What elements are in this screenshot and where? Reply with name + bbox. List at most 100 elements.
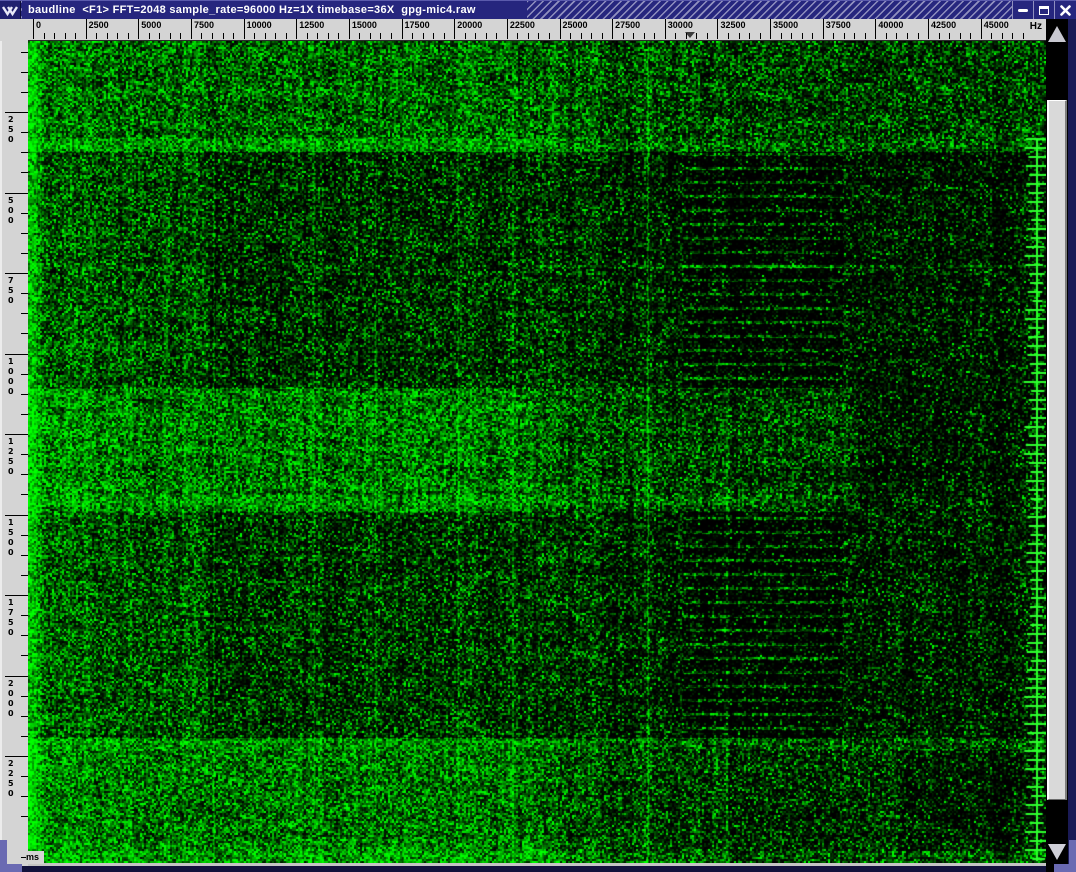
window-title: baudline <F1> FFT=2048 sample_rate=96000… <box>22 1 527 20</box>
scroll-down-button[interactable] <box>1046 838 1068 866</box>
minor-tick <box>106 33 108 39</box>
minor-tick <box>380 33 382 39</box>
scrollbar-thumb[interactable] <box>1047 100 1067 800</box>
minor-tick <box>21 71 28 73</box>
minor-tick <box>706 33 708 39</box>
tick-label: 40000 <box>878 20 904 30</box>
minor-tick <box>338 33 340 39</box>
vertical-scrollbar[interactable] <box>1046 19 1068 872</box>
minor-tick <box>538 33 540 39</box>
minor-tick <box>359 33 361 39</box>
minimize-button[interactable] <box>1012 1 1033 20</box>
minor-tick <box>96 33 98 39</box>
tick-label: 22500 <box>509 20 535 30</box>
minor-tick <box>485 33 487 39</box>
window-menu-button[interactable] <box>0 1 21 20</box>
major-tick <box>664 19 666 39</box>
minor-tick <box>21 91 28 93</box>
resize-grip-bottom-right-h[interactable] <box>1054 864 1076 872</box>
tick-label: 1750 <box>8 598 14 637</box>
minor-tick <box>443 33 445 39</box>
minor-tick <box>959 33 961 39</box>
minor-tick <box>21 172 28 174</box>
minor-tick <box>643 33 645 39</box>
minor-tick <box>801 33 803 39</box>
minor-tick <box>685 33 687 39</box>
minor-tick <box>601 33 603 39</box>
minor-tick <box>749 33 751 39</box>
minor-tick <box>527 33 529 39</box>
major-tick <box>5 353 28 355</box>
minor-tick <box>780 33 782 39</box>
major-tick <box>5 192 28 194</box>
minor-tick <box>896 33 898 39</box>
major-tick <box>559 19 561 39</box>
major-tick <box>822 19 824 39</box>
minor-tick <box>548 33 550 39</box>
double-chevron-down-icon <box>1 5 19 16</box>
minor-tick <box>812 33 814 39</box>
tick-label: 12500 <box>299 20 325 30</box>
minor-tick <box>54 33 56 39</box>
title-bar: baudline <F1> FFT=2048 sample_rate=96000… <box>0 0 1076 20</box>
minor-tick <box>517 33 519 39</box>
spectrogram-canvas[interactable] <box>28 41 1046 863</box>
minor-tick <box>738 33 740 39</box>
major-tick <box>770 19 772 39</box>
tick-label: 2250 <box>8 759 14 798</box>
minor-tick <box>21 152 28 154</box>
minor-tick <box>1001 33 1003 39</box>
minor-tick <box>317 33 319 39</box>
minor-tick <box>21 373 28 375</box>
minor-tick <box>233 33 235 39</box>
major-tick <box>33 19 34 39</box>
minor-tick <box>833 33 835 39</box>
minor-tick <box>906 33 908 39</box>
scroll-up-button[interactable] <box>1046 19 1068 56</box>
minor-tick <box>1012 33 1014 39</box>
major-tick <box>454 19 456 39</box>
minor-tick <box>570 33 572 39</box>
major-tick <box>875 19 877 39</box>
major-tick <box>348 19 350 39</box>
resize-grip-bottom-left-h[interactable] <box>0 864 22 872</box>
frequency-ruler: Hz 0 2500 5000 7500 10000 12500 15000 17500 2000… <box>28 19 1046 41</box>
major-tick <box>401 19 403 39</box>
close-button[interactable] <box>1054 1 1075 20</box>
minor-tick <box>696 33 698 39</box>
minor-tick <box>21 474 28 476</box>
minor-tick <box>21 796 28 798</box>
minor-tick <box>391 33 393 39</box>
tick-label: 750 <box>8 276 14 305</box>
minor-tick <box>633 33 635 39</box>
major-tick <box>190 19 192 39</box>
maximize-button[interactable] <box>1033 1 1054 20</box>
minor-tick <box>64 33 66 39</box>
tick-label: 20000 <box>457 20 483 30</box>
tick-label: 45000 <box>983 20 1009 30</box>
minor-tick <box>21 494 28 496</box>
major-tick <box>928 19 930 39</box>
minor-tick <box>369 33 371 39</box>
minor-tick <box>264 33 266 39</box>
minor-tick <box>275 33 277 39</box>
minor-tick <box>21 252 28 254</box>
tick-label: 15000 <box>351 20 377 30</box>
baudline-window: baudline <F1> FFT=2048 sample_rate=96000… <box>0 0 1076 872</box>
major-tick <box>5 595 28 596</box>
minor-tick <box>327 33 329 39</box>
minor-tick <box>991 33 993 39</box>
major-tick <box>506 19 508 39</box>
tick-label: 2000 <box>8 678 14 718</box>
minor-tick <box>127 33 129 39</box>
minor-tick <box>21 534 28 536</box>
major-tick <box>5 514 28 516</box>
minor-tick <box>21 776 28 778</box>
frequency-unit-label: Hz <box>1029 21 1042 32</box>
tick-label: 32500 <box>720 20 746 30</box>
minor-tick <box>117 33 119 39</box>
minor-tick <box>864 33 866 39</box>
major-tick <box>85 19 87 39</box>
minor-tick <box>412 33 414 39</box>
major-tick <box>5 273 28 274</box>
